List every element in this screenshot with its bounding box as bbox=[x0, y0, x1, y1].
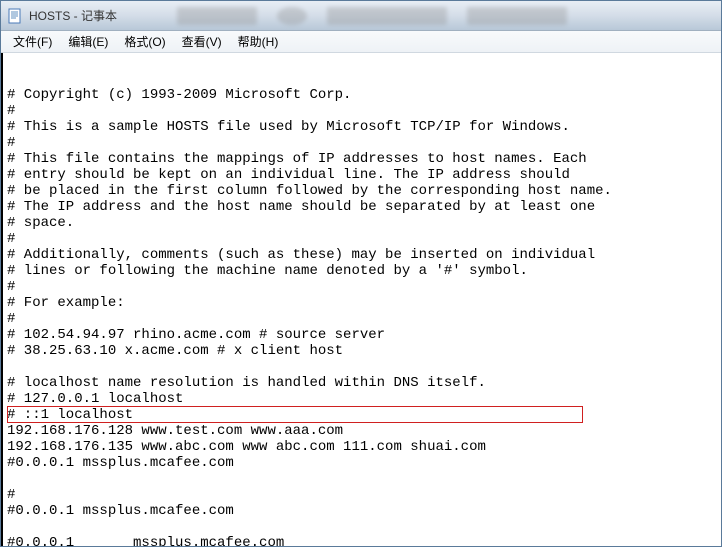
text-line: 192.168.176.135 www.abc.com www abc.com … bbox=[7, 439, 717, 455]
text-line: #0.0.0.1 mssplus.mcafee.com bbox=[7, 503, 717, 519]
text-line: # bbox=[7, 135, 717, 151]
notepad-window: HOSTS - 记事本 文件(F) 编辑(E) 格式(O) 查看(V) 帮助(H… bbox=[0, 0, 722, 547]
text-line: # space. bbox=[7, 215, 717, 231]
text-line: # 102.54.94.97 rhino.acme.com # source s… bbox=[7, 327, 717, 343]
text-line: # Additionally, comments (such as these)… bbox=[7, 247, 717, 263]
text-line bbox=[7, 359, 717, 375]
text-line: # 127.0.0.1 localhost bbox=[7, 391, 717, 407]
text-line: # 38.25.63.10 x.acme.com # x client host bbox=[7, 343, 717, 359]
text-line: # ::1 localhost bbox=[7, 407, 717, 423]
text-line: # bbox=[7, 231, 717, 247]
notepad-icon bbox=[7, 8, 23, 24]
text-line: # This file contains the mappings of IP … bbox=[7, 151, 717, 167]
text-line: # The IP address and the host name shoul… bbox=[7, 199, 717, 215]
text-line bbox=[7, 471, 717, 487]
text-line: # entry should be kept on an individual … bbox=[7, 167, 717, 183]
text-line: # For example: bbox=[7, 295, 717, 311]
menu-format[interactable]: 格式(O) bbox=[116, 31, 173, 52]
text-editor-content[interactable]: # Copyright (c) 1993-2009 Microsoft Corp… bbox=[1, 53, 721, 546]
menu-edit[interactable]: 编辑(E) bbox=[60, 31, 116, 52]
text-line bbox=[7, 519, 717, 535]
text-line: # bbox=[7, 279, 717, 295]
menubar: 文件(F) 编辑(E) 格式(O) 查看(V) 帮助(H) bbox=[1, 31, 721, 53]
window-title: HOSTS - 记事本 bbox=[29, 7, 117, 24]
text-line: #0.0.0.1 mssplus.mcafee.com bbox=[7, 535, 717, 546]
titlebar[interactable]: HOSTS - 记事本 bbox=[1, 1, 721, 31]
menu-view[interactable]: 查看(V) bbox=[174, 31, 230, 52]
text-line: # bbox=[7, 487, 717, 503]
menu-file[interactable]: 文件(F) bbox=[5, 31, 60, 52]
text-line: # be placed in the first column followed… bbox=[7, 183, 717, 199]
text-line: #0.0.0.1 mssplus.mcafee.com bbox=[7, 455, 717, 471]
text-line: 192.168.176.128 www.test.com www.aaa.com bbox=[7, 423, 717, 439]
text-line: # This is a sample HOSTS file used by Mi… bbox=[7, 119, 717, 135]
titlebar-background-blur bbox=[177, 5, 715, 27]
text-line: # localhost name resolution is handled w… bbox=[7, 375, 717, 391]
text-line: # lines or following the machine name de… bbox=[7, 263, 717, 279]
menu-help[interactable]: 帮助(H) bbox=[230, 31, 287, 52]
text-line: # bbox=[7, 311, 717, 327]
text-line: # Copyright (c) 1993-2009 Microsoft Corp… bbox=[7, 87, 717, 103]
text-line: # bbox=[7, 103, 717, 119]
